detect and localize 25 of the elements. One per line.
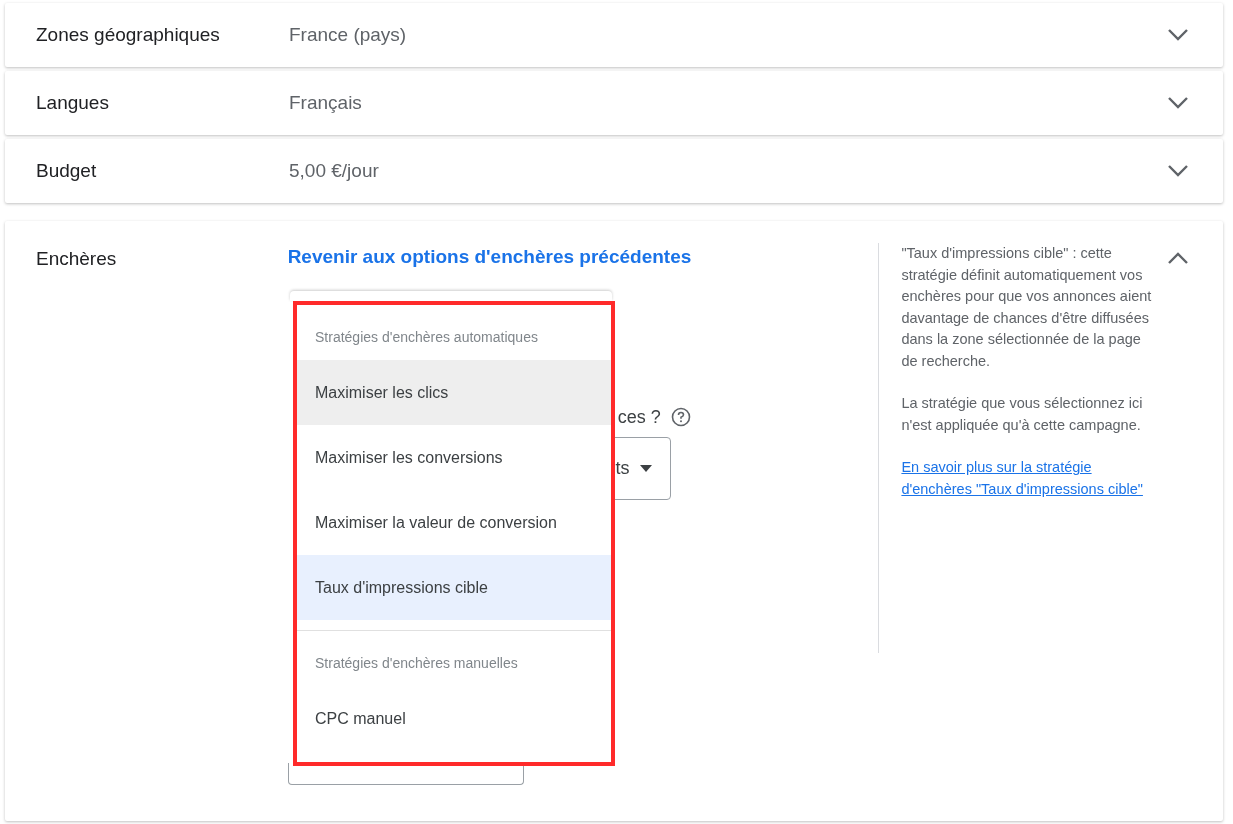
row-label: Zones géographiques: [36, 22, 221, 47]
menu-option[interactable]: Maximiser les clics: [297, 360, 611, 425]
help-text: La stratégie que vous sélectionnez ici n'est appliquée qu'à cette campagne.: [901, 394, 1144, 435]
menu-group-header: Stratégies d'enchères manuelles: [314, 654, 519, 673]
row-value: France (pays): [289, 22, 408, 47]
row-label: Langues: [36, 90, 110, 115]
row-label: Budget: [36, 158, 98, 183]
learn-more-link[interactable]: En savoir plus sur la stratégie d'enchères "Taux d'impressions cible": [901, 457, 1159, 500]
collapse-chevron-icon[interactable]: [1167, 251, 1189, 265]
settings-row[interactable]: Langues Français: [5, 71, 1223, 135]
settings-row[interactable]: Budget 5,00 €/jour: [5, 139, 1223, 203]
row-value: 5,00 €/jour: [289, 158, 380, 183]
expand-chevron-icon[interactable]: [1167, 96, 1189, 110]
section-label: Enchères: [36, 247, 118, 271]
help-icon[interactable]: [670, 407, 691, 427]
help-text: "Taux d'impressions cible" : cette stratégie définit automatiquement vos enchères pour que vos annonces aient davantage de chances d'être diffusées dans la zone sélectionnée de la page de recherche.: [901, 244, 1153, 371]
menu-group-header: Stratégies d'enchères automatiques: [314, 328, 539, 347]
dropdown-caret-icon: [639, 464, 652, 472]
expand-chevron-icon[interactable]: [1167, 164, 1189, 178]
row-value: Français: [289, 90, 363, 115]
settings-row[interactable]: Zones géographiques France (pays): [5, 3, 1223, 67]
menu-option[interactable]: Taux d'impressions cible: [297, 555, 611, 620]
back-link[interactable]: Revenir aux options d'enchères précédentes: [287, 243, 879, 272]
expand-chevron-icon[interactable]: [1167, 28, 1189, 42]
question-text: ces ?: [617, 405, 661, 429]
